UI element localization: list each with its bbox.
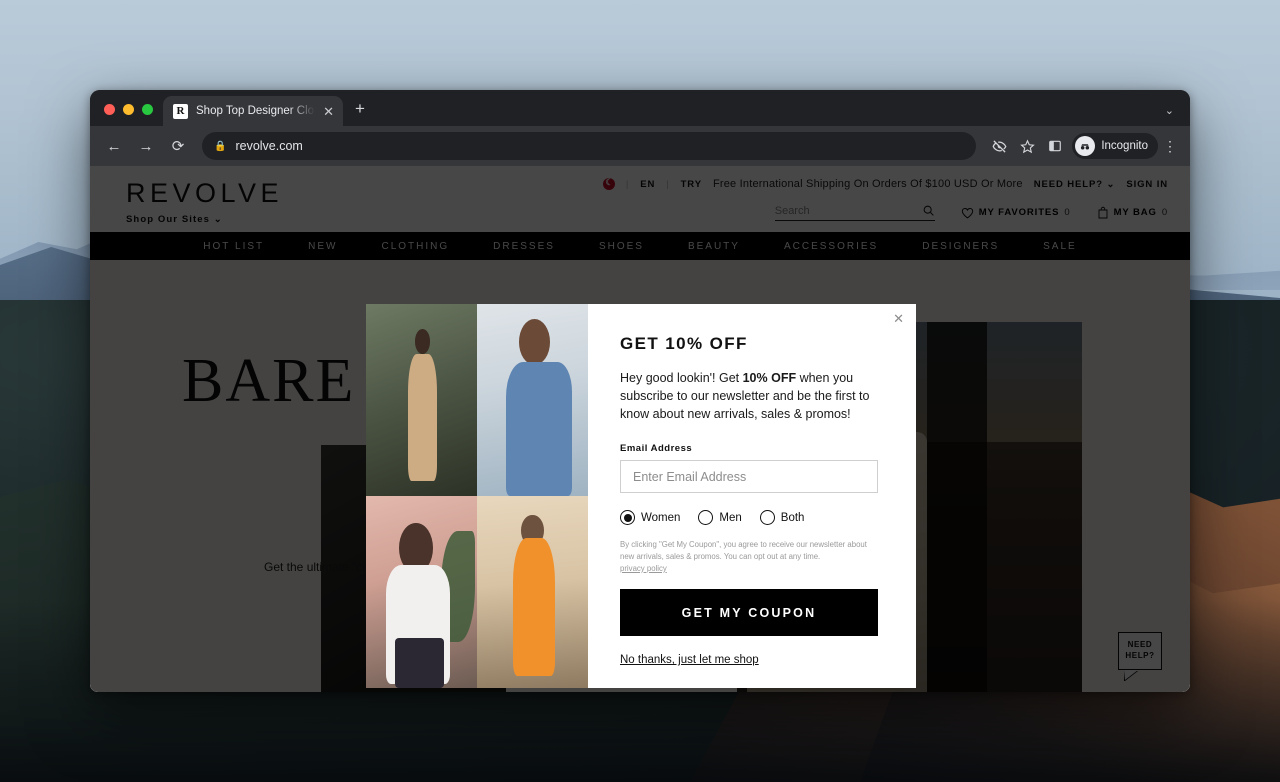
close-icon[interactable]: ✕ — [323, 105, 334, 118]
modal-image-collage — [366, 304, 588, 688]
dismiss-modal-link[interactable]: No thanks, just let me shop — [620, 654, 759, 666]
chevron-down-icon[interactable]: ⌄ — [1165, 104, 1174, 117]
minimize-window-button[interactable] — [123, 104, 134, 115]
back-arrow-icon[interactable]: ← — [100, 132, 128, 160]
email-field[interactable]: Enter Email Address — [620, 460, 878, 493]
eye-slash-icon[interactable] — [986, 133, 1012, 159]
browser-toolbar: ← → ⟳ 🔒 revolve.com — [90, 126, 1190, 166]
star-icon[interactable] — [1014, 133, 1040, 159]
revolve-r-favicon: R — [173, 104, 188, 119]
collage-image-orange-dress — [477, 496, 588, 688]
kebab-menu-icon[interactable]: ⋮ — [1160, 138, 1180, 155]
radio-label-both: Both — [781, 512, 805, 524]
collage-image-denim-jumpsuit — [477, 304, 588, 496]
modal-heading: GET 10% OFF — [620, 334, 878, 354]
modal-body-pre: Hey good lookin'! Get — [620, 371, 743, 385]
modal-body-text: Hey good lookin'! Get 10% OFF when you s… — [620, 370, 878, 423]
collage-figure-body — [408, 354, 437, 481]
browser-tab-strip: R Shop Top Designer Clothing Br ✕ + ⌄ — [90, 90, 1190, 126]
email-field-label: Email Address — [620, 443, 878, 454]
close-window-button[interactable] — [104, 104, 115, 115]
lock-icon: 🔒 — [214, 141, 226, 152]
radio-label-men: Men — [719, 512, 741, 524]
radio-icon[interactable] — [698, 510, 713, 525]
radio-label-women: Women — [641, 512, 680, 524]
radio-option-both[interactable]: Both — [760, 510, 805, 525]
page-viewport: REVOLVE Shop Our Sites ⌄ | EN | TRY Free… — [90, 166, 1190, 692]
incognito-icon — [1075, 136, 1095, 156]
profile-label: Incognito — [1101, 140, 1148, 152]
profile-chip[interactable]: Incognito — [1072, 133, 1158, 159]
maximize-window-button[interactable] — [142, 104, 153, 115]
modal-disclaimer: By clicking "Get My Coupon", you agree t… — [620, 539, 870, 574]
disclaimer-text: By clicking "Get My Coupon", you agree t… — [620, 540, 867, 561]
browser-tab[interactable]: R Shop Top Designer Clothing Br ✕ — [163, 96, 343, 126]
privacy-policy-link[interactable]: privacy policy — [620, 564, 667, 573]
collage-figure-body — [513, 538, 555, 676]
email-field-placeholder: Enter Email Address — [633, 470, 746, 484]
browser-window: R Shop Top Designer Clothing Br ✕ + ⌄ ← … — [90, 90, 1190, 692]
close-icon[interactable]: ✕ — [893, 312, 904, 325]
side-panel-icon[interactable] — [1042, 133, 1068, 159]
collage-image-white-sweatshirt — [366, 496, 477, 688]
forward-arrow-icon[interactable]: → — [132, 132, 160, 160]
collage-figure-head — [519, 319, 550, 365]
collage-figure-body — [506, 362, 573, 496]
audience-radio-group: Women Men Both — [620, 510, 878, 525]
tab-title: Shop Top Designer Clothing Br — [196, 105, 315, 117]
newsletter-modal: ✕ GET 10% OFF Hey good lookin'! Get 10% … — [366, 304, 916, 688]
radio-icon[interactable] — [760, 510, 775, 525]
modal-body-bold: 10% OFF — [743, 371, 797, 385]
address-bar[interactable]: 🔒 revolve.com — [202, 132, 976, 160]
revolve-page: REVOLVE Shop Our Sites ⌄ | EN | TRY Free… — [90, 166, 1190, 692]
radio-icon-selected[interactable] — [620, 510, 635, 525]
toolbar-icon-group: Incognito ⋮ — [986, 133, 1180, 159]
collage-figure-head — [415, 329, 431, 354]
modal-content: ✕ GET 10% OFF Hey good lookin'! Get 10% … — [588, 304, 916, 688]
plus-icon[interactable]: + — [355, 100, 365, 117]
address-bar-url: revolve.com — [235, 139, 302, 153]
window-controls[interactable] — [102, 104, 163, 126]
collage-figure-skirt — [395, 638, 444, 688]
reload-icon[interactable]: ⟳ — [164, 132, 192, 160]
radio-option-women[interactable]: Women — [620, 510, 680, 525]
get-my-coupon-button[interactable]: GET MY COUPON — [620, 589, 878, 636]
radio-option-men[interactable]: Men — [698, 510, 741, 525]
collage-image-beige-gown — [366, 304, 477, 496]
